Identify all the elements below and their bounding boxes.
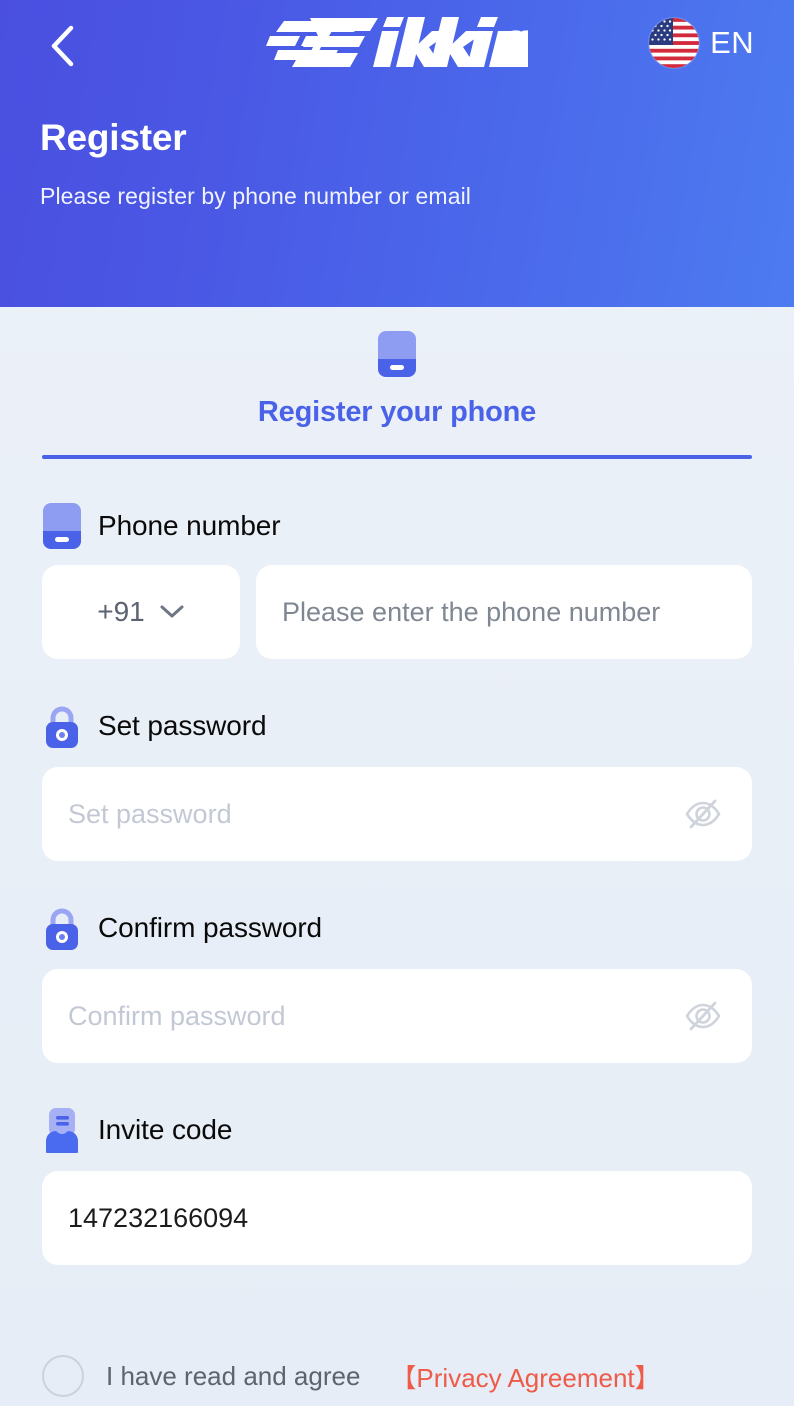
- privacy-agreement-row: I have read and agree 【Privacy Agreement…: [42, 1355, 752, 1406]
- confirm-password-label: Confirm password: [98, 912, 323, 943]
- lock-icon: [42, 703, 82, 749]
- phone-icon: [376, 331, 418, 377]
- invite-code-input-wrapper: [42, 1171, 752, 1265]
- page-title: Register: [40, 117, 187, 158]
- sikkim-logo: [266, 13, 528, 75]
- back-button[interactable]: [34, 20, 90, 72]
- set-password-label-row: Set password: [42, 703, 752, 749]
- tab-label: Register your phone: [257, 396, 537, 428]
- agreement-text: I have read and agree: [106, 1360, 361, 1391]
- invite-code-label: Invite code: [98, 1114, 233, 1145]
- tab-underline: [42, 455, 752, 459]
- eye-off-icon[interactable]: [680, 791, 726, 837]
- chevron-down-icon: [159, 604, 185, 620]
- phone-number-input-wrapper: [256, 565, 752, 659]
- register-form: Phone number +91 Please enter the phone …: [0, 459, 794, 1265]
- confirm-password-label-row: Confirm password: [42, 905, 752, 951]
- set-password-label: Set password: [98, 710, 267, 741]
- country-code-select[interactable]: +91: [42, 565, 240, 659]
- app-header: EN Register Please register by phone num…: [0, 0, 794, 307]
- page-subtitle: Please register by phone number or email: [40, 183, 472, 209]
- contact-card-icon: [42, 1107, 82, 1153]
- set-password-group: Set password: [42, 703, 752, 861]
- lock-icon: [42, 905, 82, 951]
- phone-input-row: +91: [42, 565, 752, 659]
- country-code-value: +91: [97, 596, 145, 627]
- confirm-password-input-wrapper: [42, 969, 752, 1063]
- language-selector[interactable]: EN: [649, 18, 754, 68]
- privacy-agreement-link[interactable]: 【Privacy Agreement】: [390, 1358, 660, 1395]
- set-password-input-wrapper: [42, 767, 752, 861]
- invite-code-input[interactable]: [68, 1202, 726, 1234]
- top-bar: EN: [40, 0, 754, 92]
- register-screen: EN Register Please register by phone num…: [0, 0, 794, 1406]
- agreement-checkbox[interactable]: [42, 1355, 84, 1397]
- phone-icon: [42, 503, 82, 549]
- invite-code-group: Invite code: [42, 1107, 752, 1265]
- eye-off-icon[interactable]: [680, 993, 726, 1039]
- chevron-left-icon: [49, 25, 75, 67]
- phone-number-input[interactable]: [282, 596, 726, 628]
- invite-code-label-row: Invite code: [42, 1107, 752, 1153]
- phone-number-label-row: Phone number: [42, 503, 752, 549]
- language-label: EN: [710, 25, 754, 60]
- tab-register-phone[interactable]: Register your phone: [42, 327, 752, 459]
- us-flag-icon: [649, 18, 700, 68]
- phone-number-label: Phone number: [98, 510, 281, 541]
- set-password-input[interactable]: [68, 798, 670, 830]
- phone-number-group: Phone number +91: [42, 503, 752, 659]
- tab-section: Register your phone: [0, 307, 794, 459]
- confirm-password-input[interactable]: [68, 1000, 670, 1032]
- confirm-password-group: Confirm password: [42, 905, 752, 1063]
